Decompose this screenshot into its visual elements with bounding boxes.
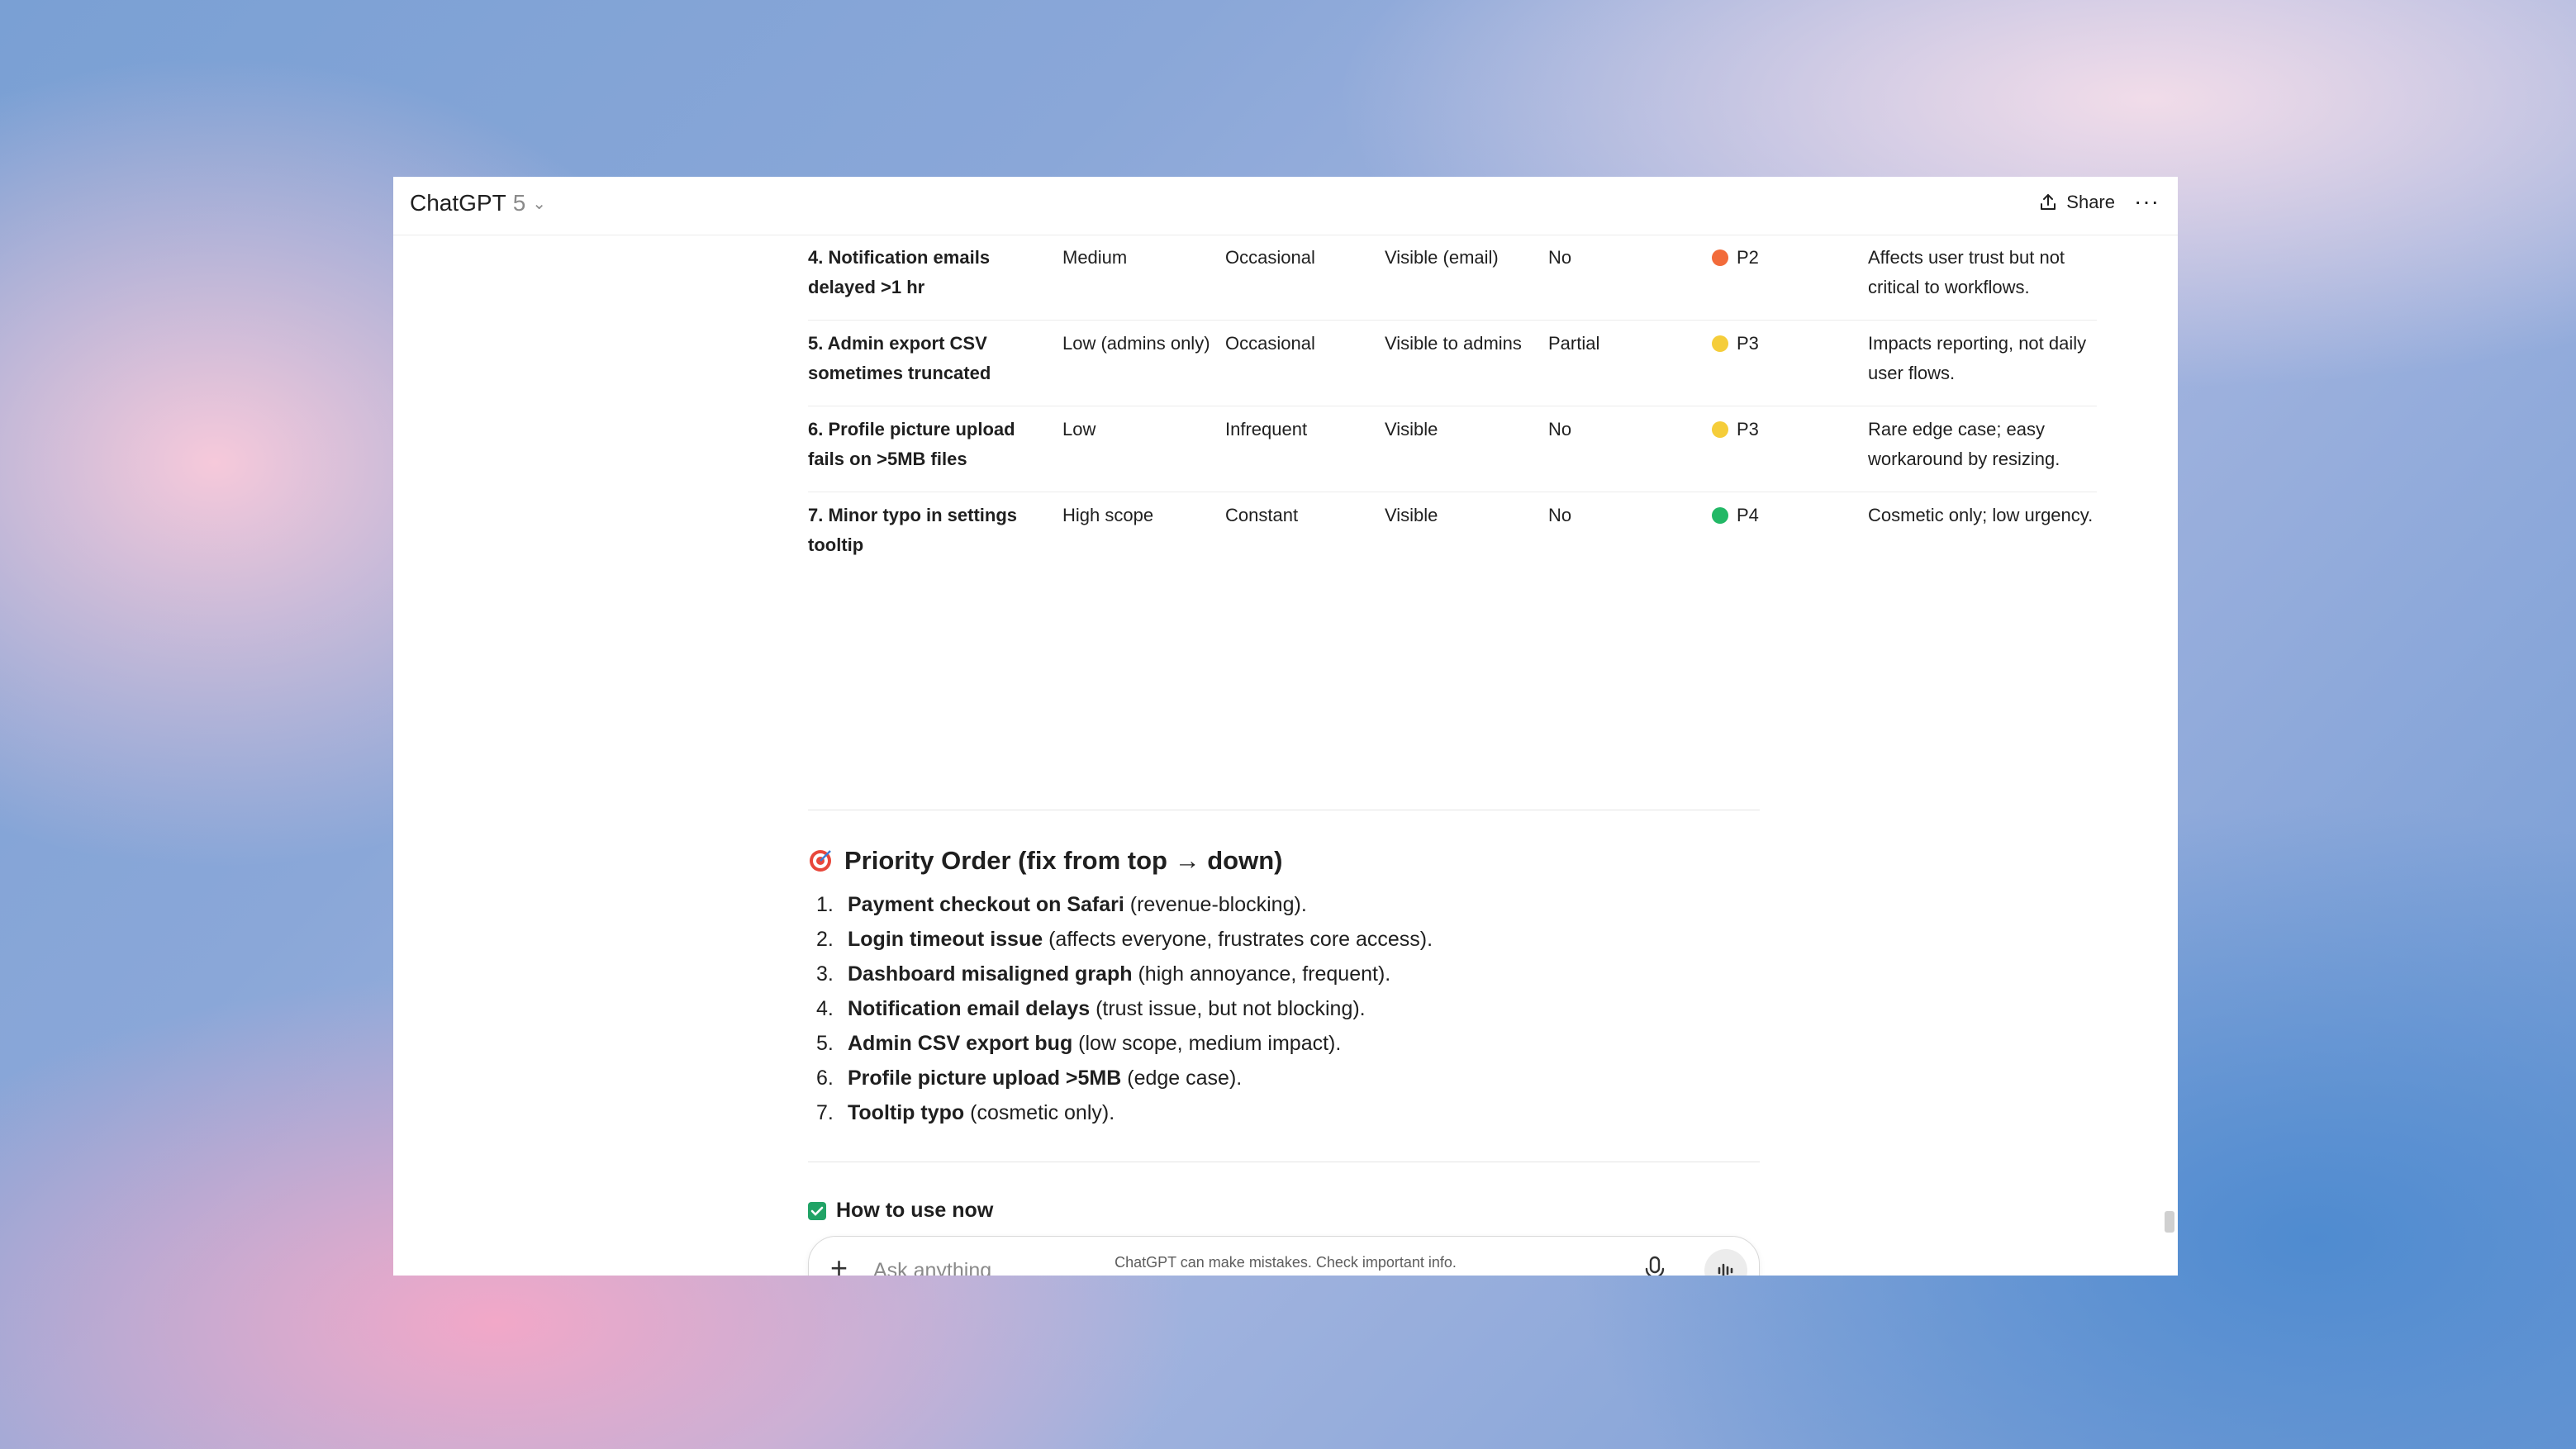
cell-notes: Impacts reporting, not daily user flows.: [1868, 333, 2087, 383]
cell-issue: 7. Minor typo in settings tooltip: [808, 505, 1018, 555]
item-title: Tooltip typo: [848, 1101, 965, 1124]
item-title: Profile picture upload >5MB: [848, 1067, 1122, 1090]
target-icon: [810, 850, 831, 872]
list-number: 3.: [816, 962, 834, 986]
table-row: 6. Profile picture upload fails on >5MB …: [808, 406, 2097, 492]
priority-dot-icon: [1712, 249, 1728, 266]
cell-visibility: Visible (email): [1385, 247, 1499, 268]
item-detail: (high annoyance, frequent).: [1132, 962, 1391, 986]
list-number: 6.: [816, 1067, 834, 1090]
share-label: Share: [2066, 192, 2115, 212]
cell-scope: High scope: [1062, 505, 1154, 525]
item-detail: (revenue-blocking).: [1124, 893, 1307, 916]
cell-issue: 5. Admin export CSV sometimes truncated: [808, 333, 991, 383]
item-detail: (trust issue, but not blocking).: [1090, 997, 1366, 1020]
cell-issue: 4. Notification emails delayed >1 hr: [808, 247, 991, 297]
cell-visibility: Visible: [1385, 505, 1438, 525]
cell-frequency: Infrequent: [1225, 419, 1308, 439]
list-item: 4. Notification email delays (trust issue…: [806, 991, 1433, 1026]
item-detail: (cosmetic only).: [964, 1101, 1115, 1124]
model-selector[interactable]: ChatGPT 5 ⌄: [410, 190, 546, 216]
cell-priority: P3: [1712, 329, 1861, 359]
item-title: Notification email delays: [848, 997, 1091, 1020]
model-version: 5: [512, 190, 526, 216]
list-number: 1.: [816, 893, 834, 916]
priority-label: P3: [1737, 419, 1759, 439]
cell-visibility: Visible: [1385, 419, 1438, 439]
top-bar: ChatGPT 5 ⌄ Share ···: [393, 177, 2178, 235]
list-number: 7.: [816, 1101, 834, 1124]
disclaimer: ChatGPT can make mistakes. Check importa…: [1115, 1254, 1457, 1271]
cell-notes: Rare edge case; easy workaround by resiz…: [1868, 419, 2060, 469]
cell-frequency: Occasional: [1225, 333, 1315, 354]
priority-dot-icon: [1712, 335, 1728, 352]
scrollbar-thumb[interactable]: [2165, 1211, 2174, 1233]
share-button[interactable]: Share: [2038, 192, 2115, 213]
cell-workaround: No: [1548, 247, 1572, 268]
cell-visibility: Visible to admins: [1385, 333, 1522, 354]
item-title: Dashboard misaligned graph: [848, 962, 1133, 986]
cell-issue: 6. Profile picture upload fails on >5MB …: [808, 419, 1015, 469]
item-detail: (affects everyone, frustrates core acces…: [1043, 928, 1433, 951]
chevron-down-icon: ⌄: [532, 194, 547, 213]
item-detail: (low scope, medium impact).: [1072, 1032, 1342, 1055]
list-item: 7. Tooltip typo (cosmetic only).: [806, 1095, 1433, 1130]
list-number: 5.: [816, 1032, 834, 1055]
how-to-use-heading: How to use now: [808, 1199, 993, 1223]
list-number: 4.: [816, 997, 834, 1020]
more-icon: ···: [2134, 188, 2160, 214]
cell-priority: P4: [1712, 501, 1861, 530]
cell-scope: Low (admins only): [1062, 333, 1210, 354]
cell-priority: P3: [1712, 415, 1861, 444]
conversation: 4. Notification emails delayed >1 hr Medi…: [393, 235, 2178, 1276]
item-title: Admin CSV export bug: [848, 1032, 1073, 1055]
table-row: 4. Notification emails delayed >1 hr Medi…: [808, 235, 2097, 321]
item-detail: (edge case).: [1121, 1067, 1243, 1090]
cell-notes: Affects user trust but not critical to w…: [1868, 247, 2065, 297]
cell-frequency: Constant: [1225, 505, 1299, 525]
list-item: 5. Admin CSV export bug (low scope, mediu…: [806, 1026, 1433, 1061]
cell-frequency: Occasional: [1225, 247, 1315, 268]
cell-scope: Medium: [1062, 247, 1128, 268]
priority-table: 4. Notification emails delayed >1 hr Medi…: [808, 235, 2097, 577]
chat-window: ChatGPT 5 ⌄ Share ··· 4. Notification em…: [393, 177, 2178, 1276]
cell-workaround: No: [1548, 419, 1572, 439]
priority-label: P2: [1737, 247, 1759, 268]
cell-workaround: No: [1548, 505, 1572, 525]
cell-scope: Low: [1062, 419, 1096, 439]
list-item: 3. Dashboard misaligned graph (high annoy…: [806, 957, 1433, 991]
item-title: Payment checkout on Safari: [848, 893, 1124, 916]
cell-priority: P2: [1712, 243, 1861, 273]
check-icon: [808, 1201, 826, 1220]
cell-notes: Cosmetic only; low urgency.: [1868, 505, 2094, 525]
list-item: 6. Profile picture upload >5MB (edge case…: [806, 1061, 1433, 1095]
cell-workaround: Partial: [1548, 333, 1600, 354]
priority-order-heading: Priority Order (fix from top → down): [808, 846, 1282, 876]
table-row: 7. Minor typo in settings tooltip High sc…: [808, 492, 2097, 577]
table-row: 5. Admin export CSV sometimes truncated L…: [808, 321, 2097, 406]
list-item: 2. Login timeout issue (affects everyone,…: [806, 922, 1433, 957]
model-name: ChatGPT: [410, 190, 506, 216]
priority-label: P4: [1737, 505, 1759, 525]
list-item: 1. Payment checkout on Safari (revenue-bl…: [806, 887, 1433, 922]
share-icon: [2041, 194, 2056, 210]
priority-list: 1. Payment checkout on Safari (revenue-bl…: [806, 887, 1433, 1130]
item-title: Login timeout issue: [848, 928, 1043, 951]
priority-label: P3: [1737, 333, 1759, 354]
list-number: 2.: [816, 928, 834, 951]
priority-dot-icon: [1712, 421, 1728, 438]
priority-dot-icon: [1712, 507, 1728, 524]
more-options-button[interactable]: ···: [2134, 188, 2160, 215]
